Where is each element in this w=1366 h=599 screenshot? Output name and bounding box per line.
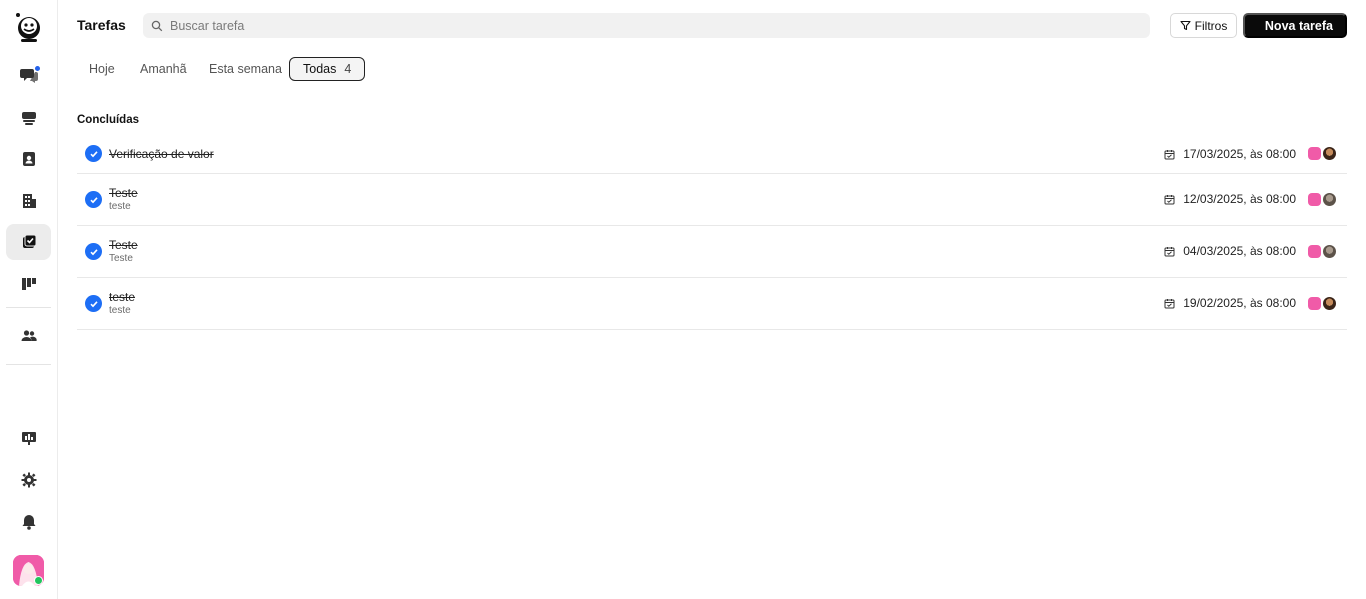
task-title: Teste bbox=[109, 186, 138, 200]
sidebar-item-chats[interactable] bbox=[6, 57, 51, 93]
sidebar-divider bbox=[6, 307, 51, 308]
search-bar[interactable] bbox=[143, 13, 1150, 38]
building-icon bbox=[22, 194, 36, 208]
task-description: teste bbox=[109, 201, 131, 212]
task-due-text: 17/03/2025, às 08:00 bbox=[1183, 147, 1296, 161]
sidebar bbox=[0, 0, 58, 599]
task-description: teste bbox=[109, 305, 131, 316]
check-icon bbox=[89, 150, 98, 157]
tab-label: Esta semana bbox=[209, 62, 282, 76]
mascot-logo-icon[interactable] bbox=[14, 12, 44, 44]
gear-icon bbox=[21, 472, 36, 488]
sidebar-item-presentation[interactable] bbox=[6, 420, 51, 456]
assignee-avatar bbox=[1323, 147, 1336, 160]
tab-label: Todas bbox=[303, 62, 337, 76]
task-assignees bbox=[1308, 193, 1336, 206]
task-due-date: 17/03/2025, às 08:00 bbox=[1164, 147, 1296, 161]
tab-count-badge: 4 bbox=[344, 62, 352, 76]
assignee-avatar bbox=[1323, 245, 1336, 258]
sidebar-item-companies[interactable] bbox=[6, 183, 51, 219]
task-due-text: 12/03/2025, às 08:00 bbox=[1183, 192, 1296, 206]
calendar-icon bbox=[1164, 194, 1175, 204]
sidebar-item-settings[interactable] bbox=[6, 462, 51, 498]
tab-label: Amanhã bbox=[140, 62, 187, 76]
task-checkbox[interactable] bbox=[85, 145, 102, 162]
page-title: Tarefas bbox=[77, 17, 126, 33]
task-description: Teste bbox=[109, 253, 133, 264]
assignee-avatar bbox=[1323, 297, 1336, 310]
task-due-text: 19/02/2025, às 08:00 bbox=[1183, 296, 1296, 310]
filters-button[interactable]: Filtros bbox=[1170, 13, 1237, 38]
task-row[interactable]: Teste Teste 04/03/2025, às 08:00 bbox=[77, 226, 1347, 278]
calendar-icon bbox=[1164, 149, 1175, 159]
assignee-avatar bbox=[1308, 245, 1321, 258]
filter-icon bbox=[1180, 20, 1191, 31]
task-due-date: 12/03/2025, às 08:00 bbox=[1164, 192, 1296, 206]
sidebar-divider bbox=[6, 364, 51, 365]
task-row[interactable]: teste teste 19/02/2025, às 08:00 bbox=[77, 278, 1347, 330]
check-icon bbox=[89, 300, 98, 307]
inbox-icon bbox=[21, 112, 36, 125]
new-task-button[interactable]: Nova tarefa bbox=[1243, 13, 1347, 38]
sidebar-item-contacts[interactable] bbox=[6, 141, 51, 177]
sidebar-item-tasks[interactable] bbox=[6, 224, 51, 260]
section-title: Concluídas bbox=[77, 114, 139, 126]
task-due-text: 04/03/2025, às 08:00 bbox=[1183, 244, 1296, 258]
calendar-icon bbox=[1164, 298, 1175, 308]
assignee-avatar bbox=[1308, 193, 1321, 206]
online-status-indicator bbox=[34, 576, 43, 585]
tab-today[interactable]: Hoje bbox=[89, 57, 115, 81]
tasks-icon bbox=[22, 234, 36, 248]
task-checkbox[interactable] bbox=[85, 191, 102, 208]
task-due-date: 04/03/2025, às 08:00 bbox=[1164, 244, 1296, 258]
assignee-avatar bbox=[1308, 297, 1321, 310]
search-icon bbox=[151, 20, 163, 31]
tab-this-week[interactable]: Esta semana bbox=[209, 57, 282, 81]
kanban-icon bbox=[21, 278, 36, 290]
filters-button-label: Filtros bbox=[1194, 18, 1228, 33]
check-icon bbox=[89, 196, 98, 203]
task-checkbox[interactable] bbox=[85, 243, 102, 260]
assignee-avatar bbox=[1308, 147, 1321, 160]
sidebar-item-team[interactable] bbox=[6, 318, 51, 354]
contacts-icon bbox=[22, 152, 35, 166]
bell-icon bbox=[22, 515, 35, 530]
task-checkbox[interactable] bbox=[85, 295, 102, 312]
task-assignees bbox=[1308, 147, 1336, 160]
task-assignees bbox=[1308, 297, 1336, 310]
task-title: Verificação de valor bbox=[109, 147, 214, 161]
task-due-date: 19/02/2025, às 08:00 bbox=[1164, 296, 1296, 310]
tab-tomorrow[interactable]: Amanhã bbox=[140, 57, 187, 81]
tab-label: Hoje bbox=[89, 62, 115, 76]
assignee-avatar bbox=[1323, 193, 1336, 206]
task-title: teste bbox=[109, 290, 136, 304]
check-icon bbox=[89, 248, 98, 255]
search-input[interactable] bbox=[170, 18, 1070, 33]
team-icon bbox=[21, 330, 37, 341]
presentation-icon bbox=[21, 432, 36, 445]
task-title: Teste bbox=[109, 238, 138, 252]
task-row[interactable]: Verificação de valor 17/03/2025, às 08:0… bbox=[77, 135, 1347, 174]
sidebar-item-inbox[interactable] bbox=[6, 100, 51, 136]
task-row[interactable]: Teste teste 12/03/2025, às 08:00 bbox=[77, 174, 1347, 226]
task-assignees bbox=[1308, 245, 1336, 258]
calendar-icon bbox=[1164, 246, 1175, 256]
sidebar-item-notifications[interactable] bbox=[6, 504, 51, 540]
new-task-button-label: Nova tarefa bbox=[1264, 18, 1333, 33]
sidebar-item-kanban[interactable] bbox=[6, 266, 51, 302]
notification-badge bbox=[34, 65, 41, 72]
tab-all[interactable]: Todas 4 bbox=[289, 57, 366, 81]
